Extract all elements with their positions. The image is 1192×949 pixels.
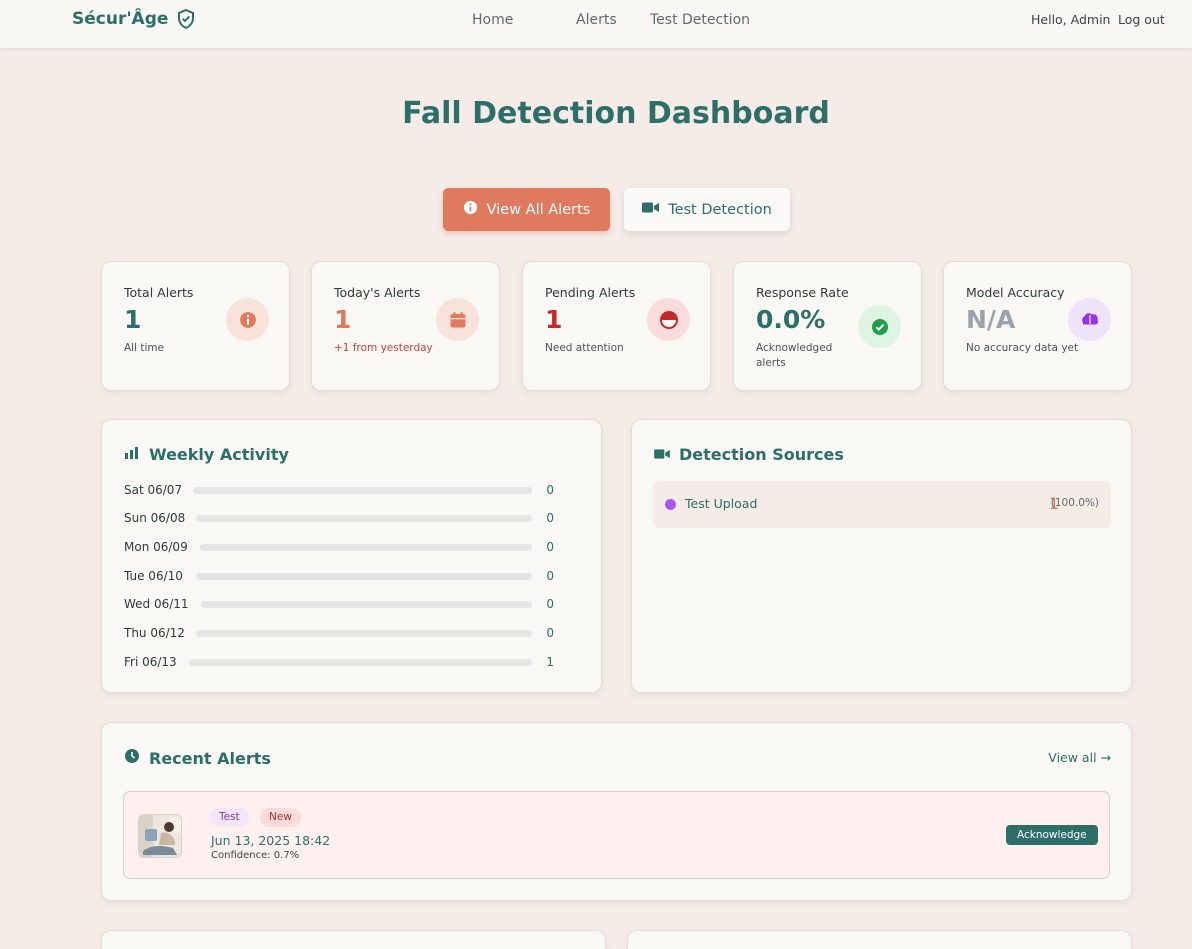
weekly-bar xyxy=(196,630,532,637)
recent-alerts-card: Recent Alerts View all → Test New Jun 13… xyxy=(101,722,1132,901)
stat-card-total-alerts: Total Alerts 1 All time xyxy=(101,261,290,391)
view-all-alerts-button[interactable]: View All Alerts xyxy=(443,188,610,231)
clock-icon xyxy=(124,748,140,768)
stat-label: Today's Alerts xyxy=(334,285,421,300)
source-percent: (100.0%) xyxy=(1050,497,1099,509)
logout-link[interactable]: Log out xyxy=(1118,12,1165,27)
brain-icon xyxy=(1068,298,1111,341)
weekly-count: 1 xyxy=(546,655,554,669)
weekly-row: Sun 06/08 0 xyxy=(124,509,554,529)
alert-thumbnail[interactable] xyxy=(138,814,182,858)
stat-card-pending-alerts: Pending Alerts 1 Need attention xyxy=(522,261,711,391)
stat-subtext: All time xyxy=(124,342,165,354)
stat-value: 1 xyxy=(334,305,352,334)
weekly-row: Tue 06/10 0 xyxy=(124,567,554,587)
stat-card-todays-alerts: Today's Alerts 1 +1 from yesterday xyxy=(311,261,500,391)
weekly-row: Thu 06/12 0 xyxy=(124,624,554,644)
info-icon xyxy=(463,200,478,219)
weekly-bar xyxy=(200,544,532,551)
stat-value: N/A xyxy=(966,305,1016,334)
view-all-link[interactable]: View all → xyxy=(1048,750,1111,765)
weekly-row: Sat 06/07 0 xyxy=(124,481,554,501)
stat-label: Response Rate xyxy=(756,285,849,300)
stat-subtext: No accuracy data yet xyxy=(966,342,1079,354)
bottom-card-right xyxy=(627,930,1132,949)
weekly-day-label: Sun 06/08 xyxy=(124,511,186,525)
alert-timestamp: Jun 13, 2025 18:42 xyxy=(211,833,331,848)
half-circle-icon xyxy=(647,298,690,341)
weekly-activity-header: Weekly Activity xyxy=(124,445,289,464)
video-camera-icon xyxy=(642,201,660,218)
stat-subtext: Acknowledged alerts xyxy=(756,342,833,369)
source-name: Test Upload xyxy=(685,496,758,511)
weekly-day-label: Wed 06/11 xyxy=(124,597,189,611)
bar-chart-icon xyxy=(124,445,140,464)
weekly-count: 0 xyxy=(546,626,554,640)
weekly-activity-card: Weekly Activity Sat 06/07 0 Sun 06/08 0 … xyxy=(101,419,602,693)
navbar: Sécur'Âge Home Alerts Test Detection Hel… xyxy=(0,0,1192,48)
weekly-row: Wed 06/11 0 xyxy=(124,595,554,615)
weekly-day-label: Tue 06/10 xyxy=(124,569,183,583)
detection-sources-card: Detection Sources Test Upload 1 (100.0%) xyxy=(631,419,1132,693)
weekly-day-label: Sat 06/07 xyxy=(124,483,183,497)
detection-sources-title: Detection Sources xyxy=(679,445,844,464)
weekly-count: 0 xyxy=(546,511,554,525)
stat-card-model-accuracy: Model Accuracy N/A No accuracy data yet xyxy=(943,261,1132,391)
shield-check-icon xyxy=(176,8,196,30)
alert-list-item[interactable]: Test New Jun 13, 2025 18:42 Confidence: … xyxy=(123,791,1110,879)
video-camera-icon xyxy=(654,445,670,464)
alert-confidence: Confidence: 0.7% xyxy=(211,850,300,861)
weekly-bar xyxy=(196,573,532,580)
stat-label: Pending Alerts xyxy=(545,285,636,300)
nav-home-link[interactable]: Home xyxy=(472,12,513,28)
stat-value: 1 xyxy=(545,305,563,334)
info-icon xyxy=(226,298,269,341)
weekly-day-label: Fri 06/13 xyxy=(124,655,177,669)
brand-logo[interactable]: Sécur'Âge xyxy=(72,8,196,30)
test-detection-button[interactable]: Test Detection xyxy=(624,188,790,231)
stat-value: 1 xyxy=(124,305,142,334)
weekly-day-label: Mon 06/09 xyxy=(124,540,188,554)
weekly-day-label: Thu 06/12 xyxy=(124,626,185,640)
alert-type-badge: Test xyxy=(210,808,249,827)
weekly-bar xyxy=(201,601,532,608)
acknowledge-button[interactable]: Acknowledge xyxy=(1006,825,1098,845)
user-greeting: Hello, Admin xyxy=(1031,12,1111,27)
test-detection-label: Test Detection xyxy=(668,201,772,218)
nav-alerts-link[interactable]: Alerts xyxy=(576,12,617,28)
stat-value: 0.0% xyxy=(756,305,826,334)
stat-card-response-rate: Response Rate 0.0% Acknowledged alerts xyxy=(733,261,922,391)
recent-alerts-title: Recent Alerts xyxy=(149,748,271,768)
stat-subtext: +1 from yesterday xyxy=(334,342,433,354)
detection-sources-header: Detection Sources xyxy=(654,445,844,464)
weekly-bar xyxy=(193,487,532,494)
weekly-count: 0 xyxy=(546,569,554,583)
weekly-row: Mon 06/09 0 xyxy=(124,538,554,558)
weekly-count: 0 xyxy=(546,483,554,497)
weekly-row: Fri 06/13 1 xyxy=(124,653,554,673)
weekly-activity-title: Weekly Activity xyxy=(149,445,289,464)
recent-alerts-header: Recent Alerts xyxy=(124,748,271,768)
stat-label: Total Alerts xyxy=(124,285,194,300)
stat-subtext: Need attention xyxy=(545,342,624,354)
brand-name[interactable]: Sécur'Âge xyxy=(72,9,168,29)
weekly-bar xyxy=(196,515,532,522)
check-circle-icon xyxy=(858,305,901,348)
weekly-count: 0 xyxy=(546,540,554,554)
alert-status-badge: New xyxy=(260,808,301,827)
stat-label: Model Accuracy xyxy=(966,285,1065,300)
weekly-count: 0 xyxy=(546,597,554,611)
weekly-bar xyxy=(189,659,532,666)
nav-test-detection-link[interactable]: Test Detection xyxy=(650,12,750,28)
page-title: Fall Detection Dashboard xyxy=(402,96,830,131)
source-color-dot xyxy=(665,499,676,510)
view-all-alerts-label: View All Alerts xyxy=(486,201,591,218)
source-row: Test Upload 1 (100.0%) xyxy=(653,481,1111,528)
calendar-icon xyxy=(436,298,479,341)
bottom-card-left xyxy=(101,930,606,949)
